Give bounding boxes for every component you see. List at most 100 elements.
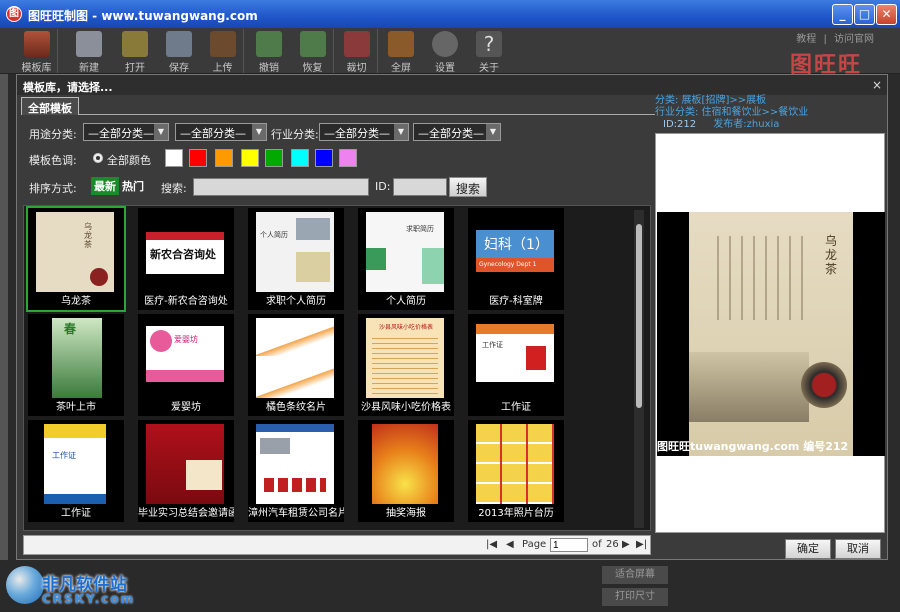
template-caption: 爱婴坊 — [171, 402, 201, 413]
color-swatch-orange[interactable] — [215, 149, 233, 167]
new-file-icon — [76, 31, 102, 57]
thumb-text: 爱婴坊 — [174, 335, 198, 344]
toolbar-upload-button[interactable]: 上传 — [202, 29, 244, 74]
template-card[interactable]: 求职简历 个人简历 — [358, 208, 454, 310]
color-swatch-blue[interactable] — [315, 149, 333, 167]
template-thumbnail: 乌龙茶 — [36, 212, 114, 292]
globe-icon — [6, 566, 44, 604]
template-thumbnail — [146, 424, 224, 504]
letter-icon — [186, 460, 222, 490]
template-caption: 个人简历 — [386, 296, 426, 307]
template-card[interactable]: 工作证 工作证 — [28, 420, 124, 522]
color-swatch-yellow[interactable] — [241, 149, 259, 167]
orange-band — [476, 324, 554, 334]
sort-label: 排序方式: — [29, 182, 77, 195]
template-card[interactable]: 妇科（1） Gynecology Dept 1 医疗-科室牌 — [468, 208, 564, 310]
template-card[interactable]: 2013年照片台历 — [468, 420, 564, 522]
tab-all-templates[interactable]: 全部模板 — [21, 97, 79, 115]
close-button[interactable]: ✕ — [876, 4, 897, 25]
template-card[interactable]: 春 茶叶上市 — [28, 314, 124, 416]
prev-page-icon[interactable]: ◀ — [506, 539, 514, 550]
minimize-button[interactable]: _ — [832, 4, 853, 25]
cancel-button[interactable]: 取消 — [835, 539, 881, 559]
sort-newest-button[interactable]: 最新 — [91, 177, 119, 195]
tutorial-link[interactable]: 教程 — [796, 34, 816, 45]
toolbar-crop-button[interactable]: 裁切 — [336, 29, 378, 74]
template-caption: 医疗-科室牌 — [489, 296, 543, 307]
industry-dropdown-2[interactable]: —全部分类— ▼ — [413, 123, 501, 141]
grid-scrollbar[interactable] — [634, 210, 644, 528]
thumb-text: 工作证 — [52, 451, 76, 460]
search-button[interactable]: 搜索 — [449, 177, 488, 197]
color-swatch-violet[interactable] — [339, 149, 357, 167]
template-card[interactable]: 橘色条纹名片 — [248, 314, 344, 416]
industry-label: 行业分类: — [271, 128, 319, 141]
toolbar-undo-button[interactable]: 撤销 — [248, 29, 290, 74]
toolbar-redo-button[interactable]: 恢复 — [292, 29, 334, 74]
industry-dropdown-1[interactable]: —全部分类— ▼ — [319, 123, 409, 141]
template-card[interactable]: 爱婴坊 爱婴坊 — [138, 314, 234, 416]
page-label: Page — [522, 539, 547, 550]
last-page-icon[interactable]: ▶| — [636, 539, 647, 550]
sort-popular-button[interactable]: 热门 — [119, 177, 147, 195]
toolbar-template-library-button[interactable]: 模板库 — [16, 29, 58, 74]
toolbar-new-button[interactable]: 新建 — [68, 29, 110, 74]
main-toolbar: 模板库 新建 打开 保存 上传 撤销 恢复 裁切 全屏 设置 ? 关于 — [0, 28, 900, 74]
next-page-icon[interactable]: ▶ — [622, 539, 630, 550]
official-site-link[interactable]: 访问官网 — [834, 34, 874, 45]
template-card[interactable]: 个人简历 求职个人简历 — [248, 208, 344, 310]
template-card[interactable]: 漳州汽车租赁公司名片 — [248, 420, 344, 522]
help-icon: ? — [476, 31, 502, 57]
chevron-down-icon: ▼ — [394, 124, 408, 140]
toolbar-about-button[interactable]: ? 关于 — [468, 29, 510, 74]
template-card[interactable]: 毕业实习总结会邀请函 — [138, 420, 234, 522]
print-size-button[interactable]: 打印尺寸 — [602, 588, 668, 606]
template-library-icon — [23, 31, 50, 57]
template-card[interactable]: 沙县风味小吃价格表 沙县风味小吃价格表 — [358, 314, 454, 416]
green-block-icon — [366, 248, 386, 270]
preview-title: 乌龙茶 — [825, 234, 838, 276]
redo-icon — [299, 31, 326, 57]
template-card[interactable]: 新农合咨询处 医疗-新农合咨询处 — [138, 208, 234, 310]
blue-band — [44, 494, 106, 504]
search-input[interactable] — [193, 178, 369, 196]
template-thumbnail — [256, 424, 334, 504]
ok-button[interactable]: 确定 — [785, 539, 831, 559]
id-input[interactable] — [393, 178, 447, 196]
thumb-band — [146, 232, 224, 240]
color-swatch-cyan[interactable] — [291, 149, 309, 167]
template-grid: 乌龙茶 乌龙茶 新农合咨询处 医疗-新农合咨询处 个人简历 求职个人简历 求职简… — [23, 205, 651, 531]
dialog-title: 模板库，请选择... — [17, 75, 887, 95]
usage-dropdown-1[interactable]: —全部分类— ▼ — [83, 123, 169, 141]
template-thumbnail — [256, 318, 334, 398]
usage-dropdown-2[interactable]: —全部分类— ▼ — [175, 123, 267, 141]
thumb-text: 新农合咨询处 — [150, 248, 216, 261]
undo-icon — [256, 31, 282, 57]
template-card[interactable]: 乌龙茶 乌龙茶 — [26, 206, 126, 312]
thumb-text: 妇科（1） — [484, 237, 549, 253]
dialog-close-button[interactable]: × — [872, 78, 882, 92]
toolbar-label: 恢复 — [302, 63, 323, 74]
toolbar-fullscreen-button[interactable]: 全屏 — [380, 29, 422, 74]
toolbar-label: 撤销 — [259, 63, 279, 74]
fit-screen-button[interactable]: 适合屏幕 — [602, 566, 668, 584]
toolbar-label: 关于 — [479, 63, 499, 74]
chevron-down-icon: ▼ — [154, 124, 168, 140]
scrollbar-thumb[interactable] — [636, 224, 642, 408]
all-colors-radio[interactable] — [93, 153, 103, 163]
template-thumbnail: 工作证 — [44, 424, 106, 504]
template-card[interactable]: 工作证 工作证 — [468, 314, 564, 416]
dropdown-value: —全部分类— — [324, 127, 390, 140]
color-swatch-white[interactable] — [165, 149, 183, 167]
maximize-button[interactable]: □ — [854, 4, 875, 25]
template-card[interactable]: 抽奖海报 — [358, 420, 454, 522]
scissors-icon — [343, 31, 370, 57]
thumb-sub: Gynecology Dept 1 — [476, 258, 554, 272]
first-page-icon[interactable]: |◀ — [486, 539, 497, 550]
color-swatch-green[interactable] — [265, 149, 283, 167]
page-number-input[interactable] — [550, 538, 588, 552]
toolbar-open-button[interactable]: 打开 — [114, 29, 156, 74]
toolbar-settings-button[interactable]: 设置 — [424, 29, 466, 74]
color-swatch-red[interactable] — [189, 149, 207, 167]
toolbar-save-button[interactable]: 保存 — [158, 29, 200, 74]
